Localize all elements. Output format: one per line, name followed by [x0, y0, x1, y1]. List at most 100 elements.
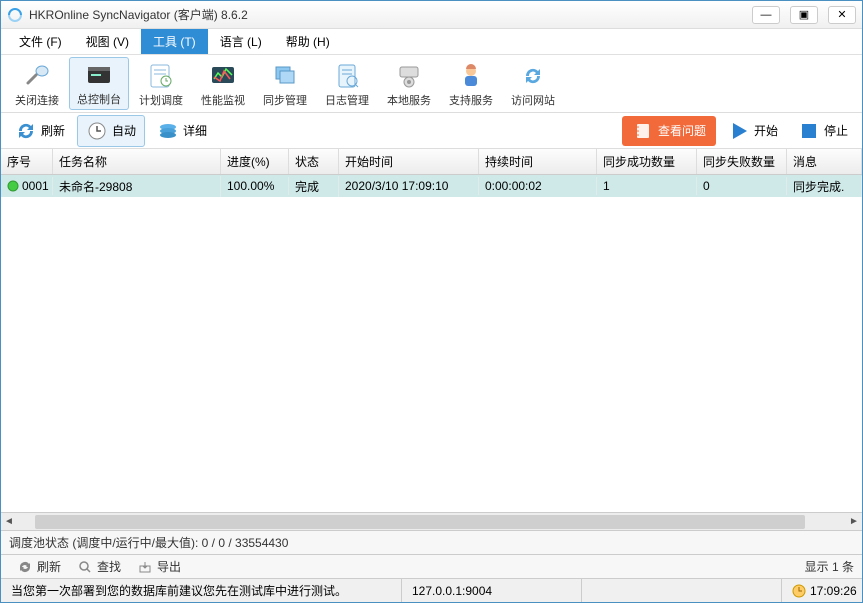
play-icon: [728, 120, 750, 142]
toolbar-label: 支持服务: [449, 92, 493, 108]
col-msg[interactable]: 消息: [787, 149, 862, 174]
clock-icon: [792, 584, 806, 598]
action-label: 刷新: [41, 122, 65, 139]
cell-start-time: 2020/3/10 17:09:10: [339, 177, 479, 195]
export-small-icon: [137, 559, 153, 575]
restore-button[interactable]: ▣: [790, 6, 818, 24]
windows-icon: [269, 60, 301, 92]
mini-find-button[interactable]: 查找: [69, 558, 129, 575]
task-table: 序号 任务名称 进度(%) 状态 开始时间 持续时间 同步成功数量 同步失败数量…: [1, 149, 862, 530]
action-label: 查看问题: [658, 122, 706, 139]
menubar: 文件 (F) 视图 (V) 工具 (T) 语言 (L) 帮助 (H): [1, 29, 862, 55]
toolbar-label: 总控制台: [77, 91, 121, 107]
menu-tools[interactable]: 工具 (T): [141, 29, 208, 54]
toolbar-label: 性能监视: [201, 92, 245, 108]
cell-sync-fail: 0: [697, 177, 787, 195]
cell-msg: 同步完成.: [787, 176, 862, 197]
refresh-small-icon: [17, 559, 33, 575]
perfmon-button[interactable]: 性能监视: [193, 57, 253, 110]
toolbar-label: 本地服务: [387, 92, 431, 108]
person-icon: [455, 60, 487, 92]
table-row[interactable]: 0001 未命名-29808 100.00% 完成 2020/3/10 17:0…: [1, 175, 862, 197]
action-label: 详细: [183, 122, 207, 139]
mini-export-button[interactable]: 导出: [129, 558, 189, 575]
col-start-time[interactable]: 开始时间: [339, 149, 479, 174]
close-button[interactable]: ✕: [828, 6, 856, 24]
col-seq[interactable]: 序号: [1, 149, 53, 174]
auto-button[interactable]: 自动: [77, 115, 145, 147]
action-label: 自动: [112, 122, 136, 139]
cell-seq: 0001: [22, 179, 49, 193]
table-header: 序号 任务名称 进度(%) 状态 开始时间 持续时间 同步成功数量 同步失败数量…: [1, 149, 862, 175]
display-count-label: 显示 1 条: [805, 558, 854, 575]
refresh-button[interactable]: 刷新: [7, 116, 73, 146]
menu-file[interactable]: 文件 (F): [7, 29, 74, 54]
search-small-icon: [77, 559, 93, 575]
toolbar-label: 同步管理: [263, 92, 307, 108]
console-button[interactable]: 总控制台: [69, 57, 129, 110]
titlebar: HKROnline SyncNavigator (客户端) 8.6.2 — ▣ …: [1, 1, 862, 29]
mini-label: 导出: [157, 558, 181, 575]
mini-refresh-button[interactable]: 刷新: [9, 558, 69, 575]
console-icon: [83, 60, 115, 91]
cell-sync-ok: 1: [597, 177, 697, 195]
mini-label: 查找: [97, 558, 121, 575]
scroll-thumb[interactable]: [35, 515, 805, 529]
app-icon: [7, 7, 23, 23]
schedule-button[interactable]: 计划调度: [131, 57, 191, 110]
table-body: 0001 未命名-29808 100.00% 完成 2020/3/10 17:0…: [1, 175, 862, 512]
detail-button[interactable]: 详细: [149, 116, 215, 146]
col-sync-ok[interactable]: 同步成功数量: [597, 149, 697, 174]
scroll-right-icon[interactable]: ►: [846, 516, 862, 527]
website-button[interactable]: 访问网站: [503, 57, 563, 110]
refresh-icon: [15, 120, 37, 142]
logmgr-button[interactable]: 日志管理: [317, 57, 377, 110]
stack-icon: [157, 120, 179, 142]
close-connection-button[interactable]: 关闭连接: [7, 57, 67, 110]
start-button[interactable]: 开始: [720, 116, 786, 146]
mini-label: 刷新: [37, 558, 61, 575]
cell-status: 完成: [289, 176, 339, 197]
app-window: HKROnline SyncNavigator (客户端) 8.6.2 — ▣ …: [0, 0, 863, 603]
clock-icon: [86, 120, 108, 142]
localsvc-button[interactable]: 本地服务: [379, 57, 439, 110]
stop-icon: [798, 120, 820, 142]
horizontal-scrollbar[interactable]: ◄ ►: [1, 512, 862, 530]
cell-duration: 0:00:00:02: [479, 177, 597, 195]
cell-progress: 100.00%: [221, 177, 289, 195]
col-status[interactable]: 状态: [289, 149, 339, 174]
menu-help[interactable]: 帮助 (H): [274, 29, 342, 54]
status-clock: 17:09:26: [810, 584, 857, 598]
syncmgr-button[interactable]: 同步管理: [255, 57, 315, 110]
menu-lang[interactable]: 语言 (L): [208, 29, 274, 54]
statusbar: 当您第一次部署到您的数据库前建议您先在测试库中进行测试。 127.0.0.1:9…: [1, 578, 862, 602]
schedule-icon: [145, 60, 177, 92]
view-problem-button[interactable]: 查看问题: [622, 116, 716, 146]
mini-action-bar: 刷新 查找 导出 显示 1 条: [1, 554, 862, 578]
stop-button[interactable]: 停止: [790, 116, 856, 146]
action-label: 开始: [754, 122, 778, 139]
action-label: 停止: [824, 122, 848, 139]
action-bar: 刷新 自动 详细 查看问题 开始 停止: [1, 113, 862, 149]
scroll-left-icon[interactable]: ◄: [1, 516, 17, 527]
service-icon: [393, 60, 425, 92]
minimize-button[interactable]: —: [752, 6, 780, 24]
status-address: 127.0.0.1:9004: [402, 579, 582, 602]
notebook-icon: [331, 60, 363, 92]
toolbar-label: 访问网站: [511, 92, 555, 108]
support-button[interactable]: 支持服务: [441, 57, 501, 110]
window-controls: — ▣ ✕: [752, 6, 856, 24]
window-title: HKROnline SyncNavigator (客户端) 8.6.2: [29, 6, 752, 23]
col-sync-fail[interactable]: 同步失败数量: [697, 149, 787, 174]
status-dot-icon: [7, 180, 19, 192]
col-name[interactable]: 任务名称: [53, 149, 221, 174]
book-icon: [632, 120, 654, 142]
main-toolbar: 关闭连接 总控制台 计划调度 性能监视 同步管理 日志管理 本地服务 支持服务: [1, 55, 862, 113]
col-progress[interactable]: 进度(%): [221, 149, 289, 174]
menu-view[interactable]: 视图 (V): [74, 29, 141, 54]
cell-name: 未命名-29808: [53, 176, 221, 197]
pool-status-bar: 调度池状态 (调度中/运行中/最大值): 0 / 0 / 33554430: [1, 530, 862, 554]
col-duration[interactable]: 持续时间: [479, 149, 597, 174]
plug-icon: [21, 60, 53, 92]
monitor-icon: [207, 60, 239, 92]
